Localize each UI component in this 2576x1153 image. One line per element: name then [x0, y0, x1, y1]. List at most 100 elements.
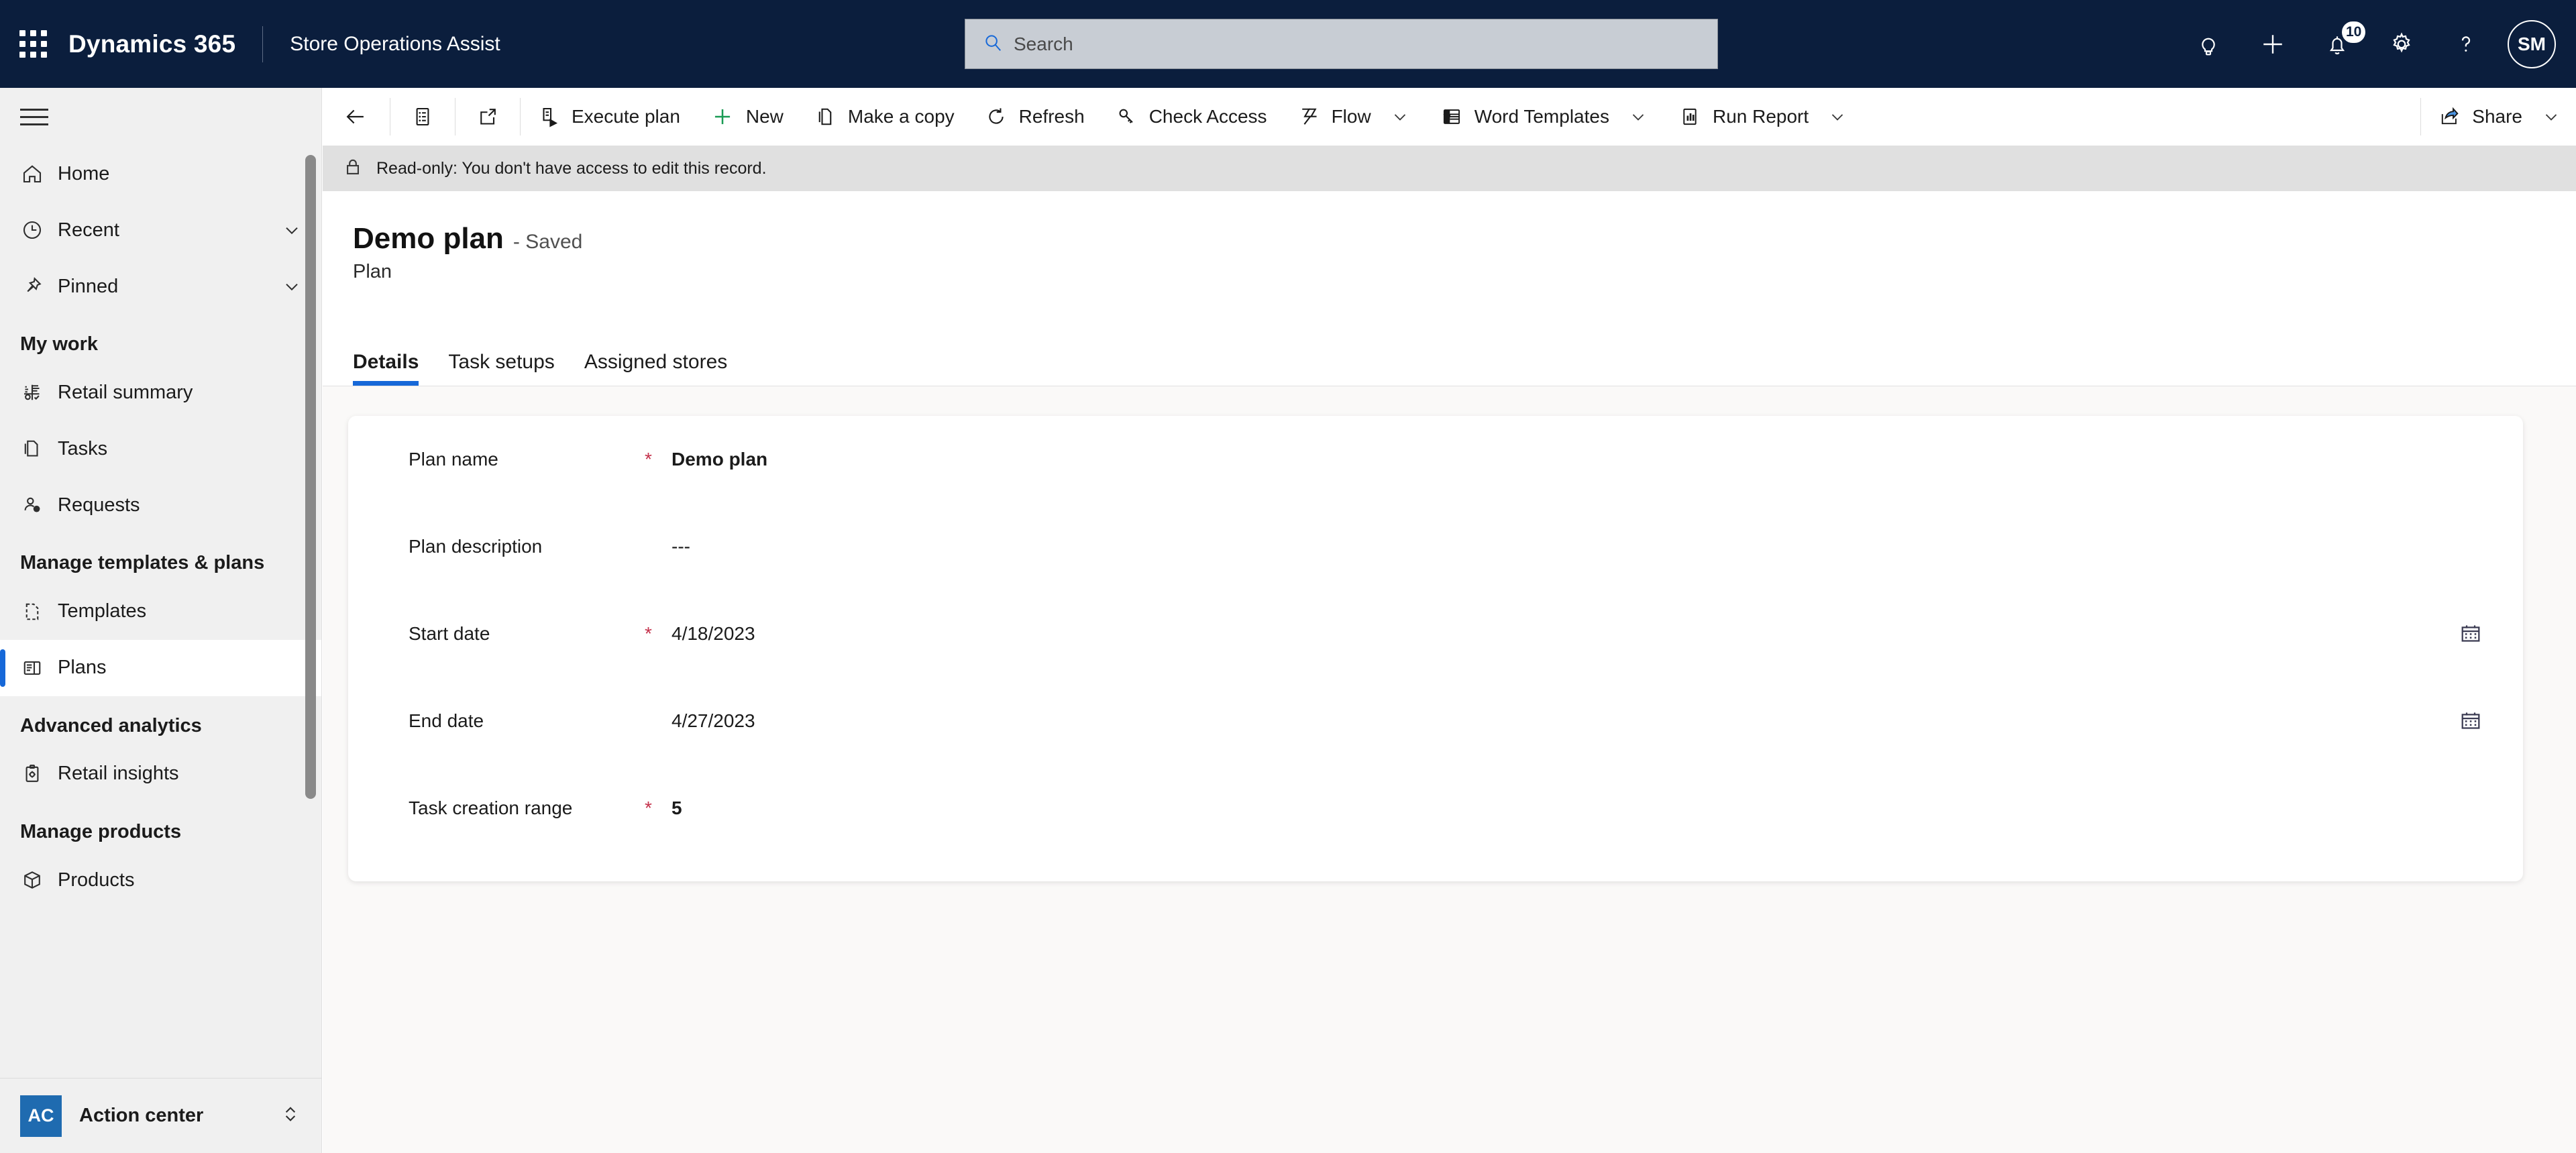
- refresh-button[interactable]: Refresh: [969, 88, 1099, 146]
- calendar-icon[interactable]: [2459, 709, 2483, 733]
- sidebar-item-tasks[interactable]: Tasks: [0, 421, 321, 477]
- tab-assigned-stores[interactable]: Assigned stores: [570, 351, 742, 386]
- run-report-button[interactable]: Run Report: [1663, 88, 1862, 146]
- sidebar-item-label: Pinned: [58, 275, 119, 297]
- sidebar-group-manage-products: Manage products: [20, 820, 182, 842]
- field-label: End date: [409, 710, 484, 731]
- lock-icon: [341, 156, 364, 182]
- check-access-button[interactable]: Check Access: [1099, 88, 1282, 146]
- help-question-icon[interactable]: [2434, 0, 2498, 88]
- sidebar-item-products[interactable]: Products: [0, 852, 321, 908]
- entity-name: Plan: [353, 261, 392, 282]
- box-package-icon: [20, 865, 58, 895]
- share-icon: [2437, 105, 2461, 129]
- field-label: Start date: [409, 623, 490, 644]
- chevron-down-icon[interactable]: [281, 276, 303, 297]
- action-center-switcher[interactable]: AC Action center: [0, 1078, 322, 1153]
- required-marker: *: [645, 623, 652, 644]
- lightbulb-icon[interactable]: [2176, 0, 2241, 88]
- back-arrow-icon: [343, 104, 368, 129]
- record-header: Demo plan - Saved Plan Details Task setu…: [323, 191, 2576, 386]
- sidebar-group-advanced-analytics: Advanced analytics: [20, 714, 202, 736]
- field-label: Task creation range: [409, 798, 573, 818]
- search-icon: [983, 32, 1003, 56]
- home-icon: [20, 159, 58, 188]
- sidebar-item-label: Home: [58, 162, 110, 184]
- chevron-up-down-icon[interactable]: [279, 1103, 302, 1129]
- new-button[interactable]: New: [695, 88, 798, 146]
- app-name[interactable]: Store Operations Assist: [290, 33, 500, 56]
- header-actions: 10 SM: [2176, 0, 2576, 88]
- search-input[interactable]: [1014, 19, 1717, 68]
- share-button[interactable]: Share: [2422, 88, 2576, 146]
- sidebar-item-retail-summary[interactable]: Retail summary: [0, 364, 321, 421]
- sidebar-item-label: Retail summary: [58, 381, 193, 403]
- flow-button[interactable]: Flow: [1282, 88, 1425, 146]
- word-templates-button[interactable]: W Word Templates: [1425, 88, 1663, 146]
- form-selector-button[interactable]: [392, 88, 453, 146]
- sidebar-item-templates[interactable]: Templates: [0, 584, 321, 640]
- add-green-icon: [710, 104, 735, 129]
- copy-icon: [813, 105, 837, 129]
- tab-task-setups[interactable]: Task setups: [433, 351, 569, 386]
- search-box[interactable]: [965, 19, 1718, 69]
- waffle-grid: [19, 30, 47, 58]
- field-value[interactable]: 4/27/2023: [672, 710, 2483, 732]
- command-label: Make a copy: [847, 105, 955, 127]
- sidebar-item-recent[interactable]: Recent: [0, 202, 321, 258]
- sidebar-item-label: Requests: [58, 494, 140, 516]
- svg-text:?: ?: [36, 508, 38, 512]
- command-separator: [2420, 97, 2422, 135]
- sidebar-item-label: Plans: [58, 657, 107, 678]
- sidebar-scrollbar[interactable]: [305, 155, 316, 799]
- open-in-new-window-button[interactable]: [457, 88, 519, 146]
- clock-icon: [20, 215, 58, 245]
- chevron-down-icon[interactable]: [2541, 107, 2561, 127]
- field-plan-name: Plan name * Demo plan: [348, 416, 2523, 503]
- execute-plan-button[interactable]: Execute plan: [522, 88, 695, 146]
- tab-details[interactable]: Details: [353, 351, 433, 386]
- field-value[interactable]: Demo plan: [672, 449, 2483, 470]
- hamburger-menu-icon[interactable]: [0, 88, 321, 146]
- field-plan-description: Plan description ---: [348, 503, 2523, 590]
- sidebar-item-home[interactable]: Home: [0, 146, 321, 202]
- field-label: Plan description: [409, 536, 543, 557]
- back-button[interactable]: [323, 88, 388, 146]
- form-body: Plan name * Demo plan Plan description -…: [323, 386, 2576, 1153]
- calendar-icon[interactable]: [2459, 622, 2483, 646]
- make-a-copy-button[interactable]: Make a copy: [798, 88, 969, 146]
- hamburger-lines: [20, 103, 48, 131]
- sidebar-item-requests[interactable]: ? Requests: [0, 477, 321, 533]
- sidebar-item-pinned[interactable]: Pinned: [0, 258, 321, 315]
- app-launcher-icon[interactable]: [0, 0, 66, 88]
- sidebar: Home Recent Pinned My work Retail summar…: [0, 88, 322, 1153]
- command-bar: Execute plan New Make a copy Refresh Che…: [323, 88, 2576, 146]
- chevron-down-icon[interactable]: [281, 219, 303, 241]
- chevron-down-icon[interactable]: [1390, 107, 1410, 127]
- chevron-down-icon[interactable]: [1628, 107, 1648, 127]
- settings-gear-icon[interactable]: [2369, 0, 2434, 88]
- field-value[interactable]: ---: [672, 536, 2483, 557]
- command-label: Execute plan: [572, 105, 680, 127]
- command-label: New: [745, 105, 784, 127]
- sidebar-item-retail-insights[interactable]: Retail insights: [0, 746, 321, 802]
- top-header: Dynamics 365 Store Operations Assist Sea…: [0, 0, 2576, 88]
- field-value[interactable]: 4/18/2023: [672, 623, 2483, 645]
- field-value[interactable]: 5: [672, 798, 2483, 819]
- field-label: Plan name: [409, 449, 498, 470]
- sidebar-item-plans[interactable]: Plans: [0, 639, 321, 696]
- brand-divider: [262, 25, 264, 62]
- command-label: Check Access: [1148, 105, 1267, 127]
- command-separator: [520, 97, 521, 135]
- details-card: Plan name * Demo plan Plan description -…: [348, 416, 2523, 881]
- brand-name[interactable]: Dynamics 365: [66, 30, 235, 58]
- avatar[interactable]: SM: [2508, 19, 2556, 68]
- sidebar-item-label: Tasks: [58, 437, 108, 459]
- chevron-down-icon[interactable]: [1827, 107, 1847, 127]
- documents-icon: [20, 434, 58, 463]
- person-question-icon: ?: [20, 490, 58, 520]
- notifications-bell-icon[interactable]: 10: [2305, 0, 2369, 88]
- global-search[interactable]: [965, 19, 1718, 69]
- clipboard-gear-icon: [20, 759, 58, 789]
- add-icon[interactable]: [2241, 0, 2305, 88]
